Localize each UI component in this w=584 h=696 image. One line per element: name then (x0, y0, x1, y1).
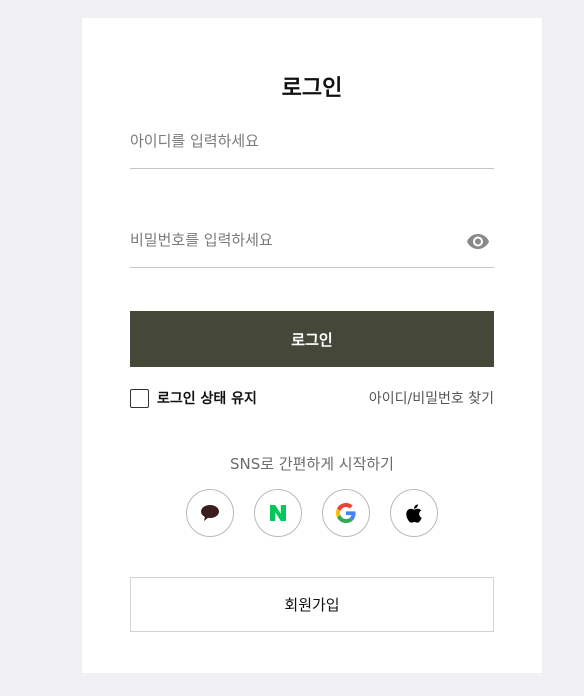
checkbox-box[interactable] (130, 388, 149, 408)
login-card: 로그인 로그인 로그인 상태 유지 아이디/비밀번호 찾기 SNS로 간편하게 … (82, 18, 542, 673)
naver-login-button[interactable] (254, 489, 302, 537)
id-input[interactable] (130, 116, 450, 166)
remember-login-label: 로그인 상태 유지 (157, 391, 257, 407)
kakao-login-button[interactable] (186, 489, 234, 537)
naver-n-icon (270, 505, 286, 521)
password-field (130, 215, 494, 268)
apple-icon (406, 503, 422, 523)
google-g-icon (336, 503, 356, 523)
sns-login-title: SNS로 간편하게 시작하기 (229, 455, 394, 473)
apple-login-button[interactable] (390, 489, 438, 537)
find-id-password-link[interactable]: 아이디/비밀번호 찾기 (369, 388, 494, 408)
password-input[interactable] (130, 215, 450, 265)
page-title: 로그인 (281, 76, 343, 101)
eye-icon[interactable] (466, 229, 490, 253)
sns-buttons (186, 489, 438, 537)
id-field (130, 116, 494, 169)
remember-login-checkbox[interactable]: 로그인 상태 유지 (130, 387, 257, 409)
kakao-speech-bubble-icon (201, 505, 219, 521)
login-button[interactable]: 로그인 (130, 311, 494, 367)
google-login-button[interactable] (322, 489, 370, 537)
signup-button[interactable]: 회원가입 (130, 577, 494, 632)
